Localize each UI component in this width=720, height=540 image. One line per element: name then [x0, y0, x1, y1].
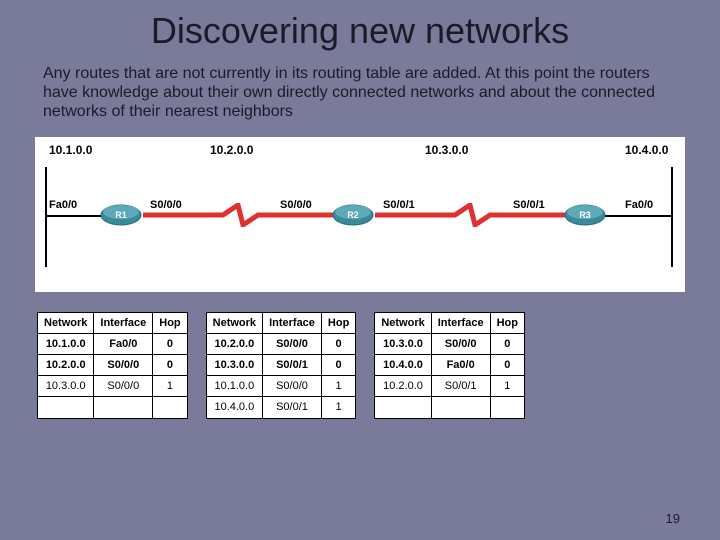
router-label-r2: R2 — [343, 210, 363, 220]
th-network: Network — [206, 312, 262, 333]
th-interface: Interface — [263, 312, 322, 333]
vbar-4 — [671, 167, 673, 267]
table-row: 10.2.0.0S0/0/00 — [206, 333, 356, 354]
routing-tables: Network Interface Hop 10.1.0.0Fa0/00 10.… — [35, 312, 685, 419]
slide-body: Any routes that are not currently in its… — [35, 64, 685, 122]
table-row: 10.3.0.0S0/0/00 — [375, 333, 525, 354]
th-network: Network — [375, 312, 431, 333]
network-label-4: 10.4.0.0 — [625, 143, 668, 157]
if-r1-left: Fa0/0 — [49, 199, 77, 211]
serial-link-2 — [375, 203, 565, 227]
router-label-r1: R1 — [111, 210, 131, 220]
th-hop: Hop — [321, 312, 355, 333]
router-label-r3: R3 — [575, 210, 595, 220]
table-row: 10.3.0.0S0/0/10 — [206, 354, 356, 375]
table-row: 10.2.0.0S0/0/11 — [375, 375, 525, 396]
th-interface: Interface — [94, 312, 153, 333]
table-row: 10.4.0.0Fa0/00 — [375, 354, 525, 375]
table-row: 10.4.0.0S0/0/11 — [206, 397, 356, 418]
th-interface: Interface — [431, 312, 490, 333]
table-row: 10.1.0.0S0/0/01 — [206, 376, 356, 397]
th-hop: Hop — [490, 312, 524, 333]
table-header-row: Network Interface Hop — [375, 312, 525, 333]
table-row-empty — [375, 396, 525, 418]
vbar-1 — [45, 167, 47, 267]
table-row-empty — [38, 396, 188, 418]
table-row: 10.1.0.0Fa0/00 — [38, 333, 188, 354]
routing-table-r3: Network Interface Hop 10.3.0.0S0/0/00 10… — [374, 312, 525, 419]
th-network: Network — [38, 312, 94, 333]
table-header-row: Network Interface Hop — [38, 312, 188, 333]
if-r3-right: Fa0/0 — [625, 199, 653, 211]
link-left-stub — [45, 215, 105, 217]
routing-table-r1: Network Interface Hop 10.1.0.0Fa0/00 10.… — [37, 312, 188, 419]
serial-link-1 — [143, 203, 333, 227]
network-label-2: 10.2.0.0 — [210, 143, 253, 157]
link-right-stub — [605, 215, 671, 217]
table-row: 10.2.0.0S0/0/00 — [38, 354, 188, 375]
table-row: 10.3.0.0S0/0/01 — [38, 375, 188, 396]
page-number: 19 — [666, 511, 680, 526]
slide: Discovering new networks Any routes that… — [0, 0, 720, 540]
slide-title: Discovering new networks — [35, 10, 685, 52]
routing-table-r2: Network Interface Hop 10.2.0.0S0/0/00 10… — [206, 312, 357, 419]
th-hop: Hop — [153, 312, 187, 333]
network-diagram: 10.1.0.0 10.2.0.0 10.3.0.0 10.4.0.0 Fa0/… — [35, 137, 685, 292]
network-label-1: 10.1.0.0 — [49, 143, 92, 157]
table-header-row: Network Interface Hop — [206, 312, 356, 333]
network-label-3: 10.3.0.0 — [425, 143, 468, 157]
